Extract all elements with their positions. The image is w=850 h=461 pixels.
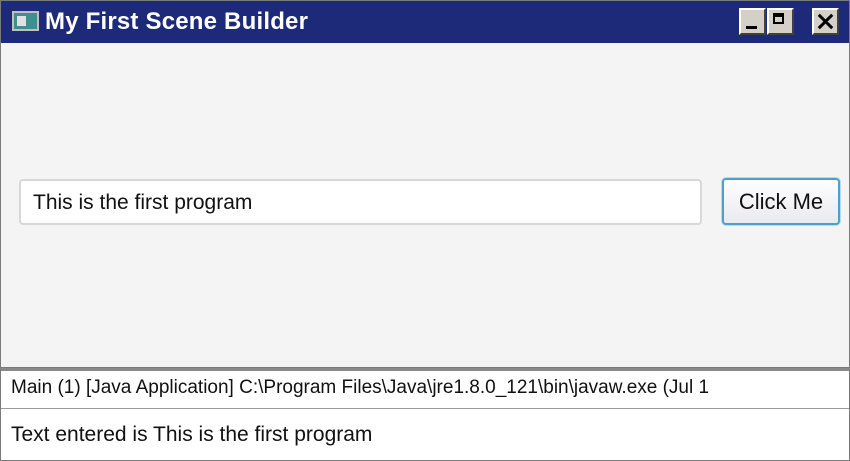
click-me-button[interactable]: Click Me [722, 178, 840, 225]
title-bar[interactable]: My First Scene Builder [1, 1, 849, 43]
app-icon[interactable] [12, 11, 39, 31]
console-header: Main (1) [Java Application] C:\Program F… [1, 371, 849, 409]
text-input[interactable]: This is the first program [19, 179, 702, 225]
close-icon[interactable] [812, 8, 839, 35]
window-title: My First Scene Builder [45, 8, 309, 35]
minimize-icon[interactable] [739, 8, 766, 35]
console-output: Text entered is This is the first progra… [11, 423, 373, 446]
app-window: My First Scene Builder This is the first… [0, 0, 850, 368]
console-panel: Main (1) [Java Application] C:\Program F… [0, 368, 850, 461]
maximize-icon[interactable] [767, 8, 794, 35]
